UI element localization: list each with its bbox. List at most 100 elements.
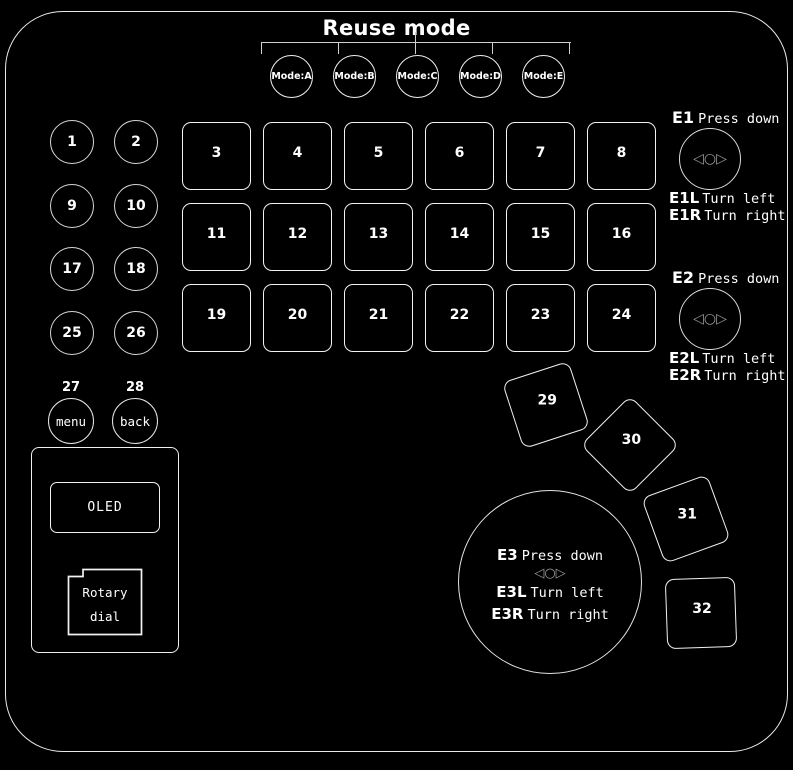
round-button-label: 10 — [126, 198, 146, 214]
e2-turn-right-row: E2R Turn right — [669, 365, 786, 384]
e3-arrows-icon: ◁○▷ — [534, 565, 566, 581]
controller-panel: Reuse mode Mode:A Mode:B Mode:C Mode:D Mode:… — [0, 0, 793, 770]
pad-button-29[interactable]: 29 — [501, 360, 591, 450]
e2-press-row: E2 Press down — [672, 268, 779, 287]
e3-press-row: E3 Press down — [458, 544, 642, 566]
pad-button-23[interactable]: 23 — [506, 284, 575, 352]
e3r-label: Turn right — [527, 606, 609, 623]
round-button-label: 26 — [126, 325, 146, 341]
round-button-9[interactable]: 9 — [50, 184, 94, 228]
pad-button-15[interactable]: 15 — [506, 203, 575, 271]
pad-button-5[interactable]: 5 — [344, 122, 413, 190]
pad-button-11[interactable]: 11 — [182, 203, 251, 271]
e1r-id: E1R — [669, 206, 702, 224]
round-button-label: 25 — [62, 325, 82, 341]
pad-button-label-wrap: 31 — [652, 485, 722, 555]
pad-button-21[interactable]: 21 — [344, 284, 413, 352]
pad-button-7[interactable]: 7 — [506, 122, 575, 190]
menu-button[interactable]: menu — [48, 398, 94, 444]
pad-button-label: 29 — [537, 392, 557, 409]
round-button-18[interactable]: 18 — [114, 247, 158, 291]
pad-button-label: 19 — [206, 307, 227, 323]
pad-button-24[interactable]: 24 — [587, 284, 656, 352]
pad-button-12[interactable]: 12 — [263, 203, 332, 271]
round-button-label: 9 — [67, 198, 77, 214]
e1-arrows-icon: ◁○▷ — [693, 151, 727, 167]
pad-button-19[interactable]: 19 — [182, 284, 251, 352]
e3-press-label: Press down — [521, 548, 603, 564]
bracket-tick-d — [492, 42, 494, 54]
pad-button-16[interactable]: 16 — [587, 203, 656, 271]
e1-encoder-knob[interactable]: ◁○▷ — [679, 128, 741, 190]
menu-button-label: menu — [55, 413, 87, 429]
oled-display: OLED — [50, 482, 160, 533]
pad-button-label: 32 — [692, 600, 712, 617]
e1-turn-right-row: E1R Turn right — [669, 205, 786, 224]
pad-button-label: 24 — [611, 307, 632, 323]
e2-encoder-knob[interactable]: ◁○▷ — [679, 288, 741, 350]
e1-press-label: Press down — [698, 111, 780, 127]
button-number-27: 27 — [48, 380, 94, 395]
pad-button-label-wrap: 32 — [667, 579, 737, 649]
round-button-25[interactable]: 25 — [50, 311, 94, 355]
pad-button-8[interactable]: 8 — [587, 122, 656, 190]
e3-left-row: E3L Turn left — [458, 581, 642, 603]
pad-button-label: 7 — [535, 145, 546, 161]
mode-button-label: Mode:A — [271, 71, 312, 82]
pad-button-14[interactable]: 14 — [425, 203, 494, 271]
round-button-label: 2 — [131, 134, 141, 150]
mode-button-label: Mode:B — [334, 71, 375, 82]
pad-button-label-wrap: 30 — [596, 410, 666, 480]
e2-press-label: Press down — [698, 271, 780, 287]
pad-button-3[interactable]: 3 — [182, 122, 251, 190]
button-number-28: 28 — [112, 380, 158, 395]
bracket-tick-a — [261, 42, 263, 54]
pad-button-31[interactable]: 31 — [641, 474, 731, 564]
pad-button-label-wrap: 29 — [512, 371, 582, 441]
pad-button-label: 21 — [368, 307, 389, 323]
round-button-label: 1 — [67, 134, 77, 150]
e3-id: E3 — [497, 546, 518, 564]
mode-button-c[interactable]: Mode:C — [396, 55, 439, 98]
round-button-label: 18 — [126, 261, 146, 277]
pad-button-6[interactable]: 6 — [425, 122, 494, 190]
page-title: Reuse mode — [322, 16, 471, 40]
e1-press-row: E1 Press down — [672, 108, 779, 127]
pad-button-label: 3 — [211, 145, 222, 161]
rotary-label-line1: Rotary — [82, 585, 128, 601]
e3r-id: E3R — [491, 604, 524, 623]
e3l-label: Turn left — [530, 585, 604, 602]
pad-button-4[interactable]: 4 — [263, 122, 332, 190]
pad-button-32[interactable]: 32 — [664, 576, 738, 650]
pad-button-label: 16 — [611, 226, 632, 242]
pad-button-label: 11 — [206, 226, 227, 242]
round-button-17[interactable]: 17 — [50, 247, 94, 291]
bracket-tick-b — [338, 42, 340, 54]
e2-id: E2 — [672, 268, 695, 287]
pad-button-label: 12 — [287, 226, 308, 242]
pad-button-22[interactable]: 22 — [425, 284, 494, 352]
mode-button-b[interactable]: Mode:B — [333, 55, 376, 98]
pad-button-label: 6 — [454, 145, 465, 161]
back-button[interactable]: back — [112, 398, 158, 444]
e3-dial-labels: E3 Press down ◁○▷ E3L Turn left E3R Turn ri… — [458, 544, 642, 624]
pad-button-13[interactable]: 13 — [344, 203, 413, 271]
pad-button-label: 31 — [677, 506, 698, 523]
mode-button-e[interactable]: Mode:E — [522, 55, 565, 98]
round-button-10[interactable]: 10 — [114, 184, 158, 228]
pad-button-label: 5 — [373, 145, 384, 161]
rotary-dial-label: Rotary dial — [67, 568, 143, 636]
round-button-26[interactable]: 26 — [114, 311, 158, 355]
pad-button-20[interactable]: 20 — [263, 284, 332, 352]
rotary-dial[interactable]: Rotary dial — [67, 568, 143, 636]
pad-button-label: 22 — [449, 307, 470, 323]
round-button-1[interactable]: 1 — [50, 120, 94, 164]
reuse-mode-bracket — [261, 32, 571, 56]
pad-button-label: 20 — [287, 307, 308, 323]
mode-button-d[interactable]: Mode:D — [459, 55, 502, 98]
pad-button-label: 8 — [616, 145, 627, 161]
mode-button-a[interactable]: Mode:A — [270, 55, 313, 98]
round-button-2[interactable]: 2 — [114, 120, 158, 164]
rotary-label-line2: dial — [89, 609, 121, 624]
pad-button-label: 13 — [368, 226, 389, 242]
